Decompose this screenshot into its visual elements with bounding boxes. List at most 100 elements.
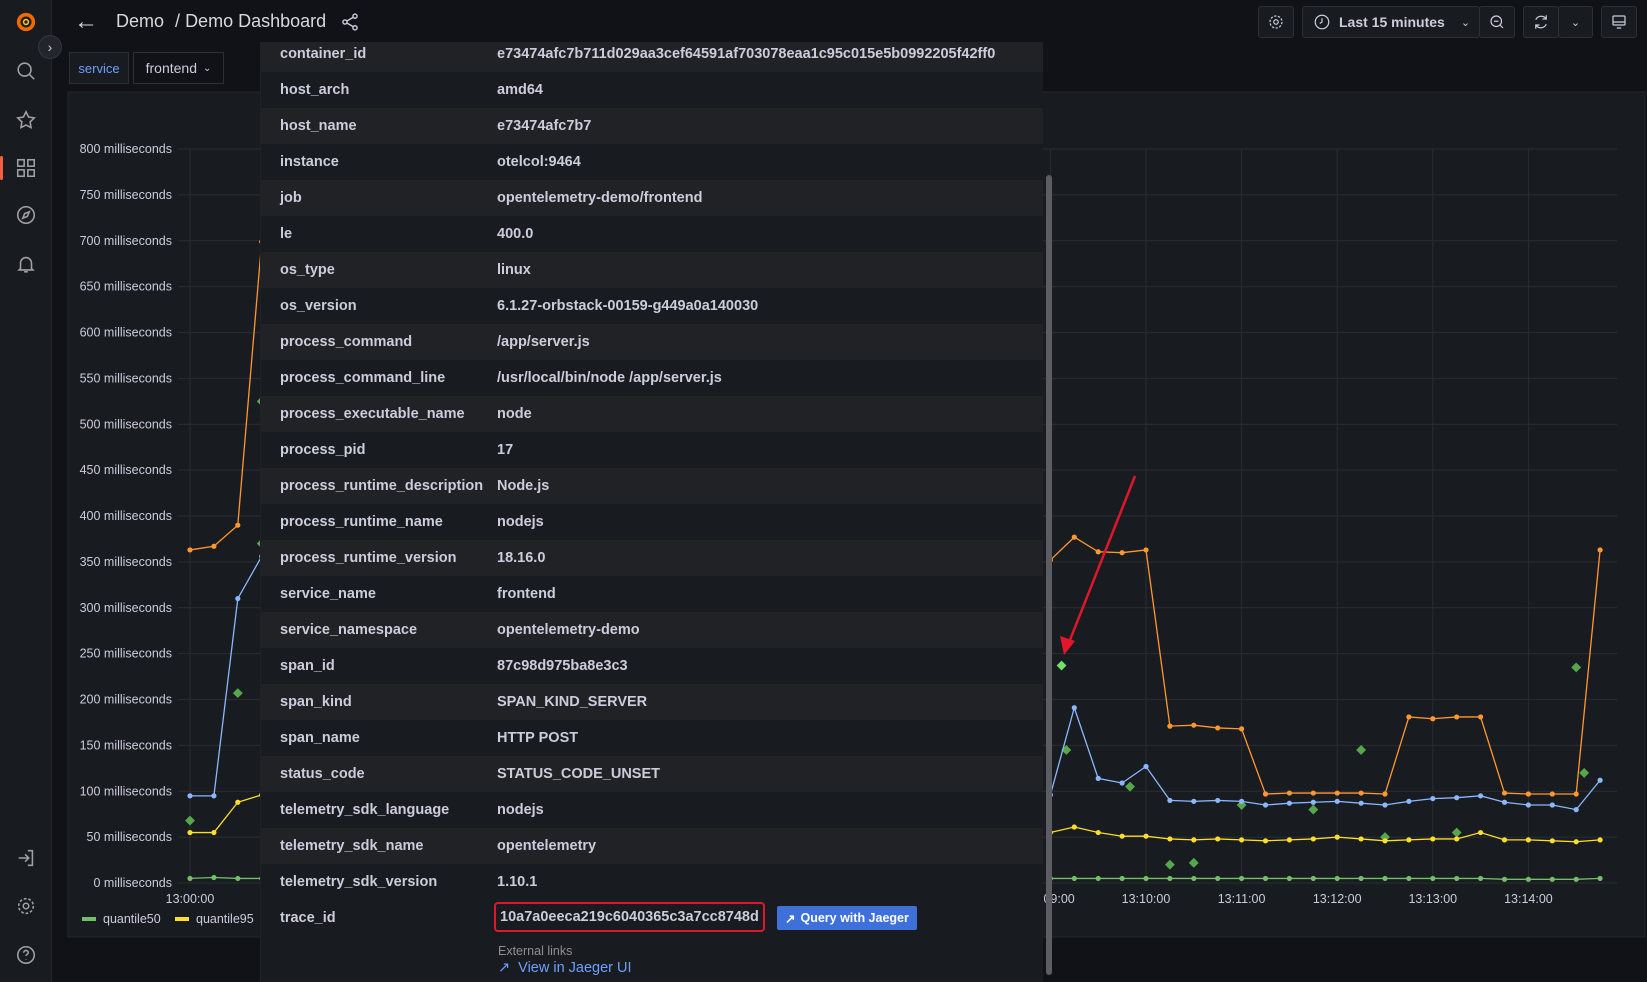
legend-swatch xyxy=(175,917,189,921)
series-point xyxy=(1262,791,1269,797)
series-point xyxy=(1239,837,1245,843)
y-tick-label: 650 milliseconds xyxy=(80,280,172,294)
label-row: host_name e73474afc7b7 xyxy=(261,108,1043,144)
x-tick-label: 13:00:00 xyxy=(166,892,215,906)
label-row: telemetry_sdk_name opentelemetry xyxy=(261,828,1043,864)
label-value: 1.10.1 xyxy=(497,874,538,890)
series-point xyxy=(1143,875,1149,882)
series-point xyxy=(1071,705,1077,711)
series-point xyxy=(1454,875,1460,882)
label-value: SPAN_KIND_SERVER xyxy=(497,694,648,710)
series-point xyxy=(1430,875,1436,882)
series-point xyxy=(1501,876,1508,882)
y-tick-label: 800 milliseconds xyxy=(80,142,172,156)
label-row: process_pid 17 xyxy=(261,432,1043,468)
series-point xyxy=(1095,829,1101,836)
series-point xyxy=(1143,833,1149,839)
label-key: process_runtime_name xyxy=(280,514,443,530)
series-point xyxy=(1071,824,1077,830)
label-value: linux xyxy=(497,262,531,278)
label-key: os_type xyxy=(280,262,335,278)
label-key: process_command xyxy=(280,334,413,350)
y-tick-label: 100 milliseconds xyxy=(80,784,172,798)
x-tick-label: 13:12:00 xyxy=(1313,892,1362,906)
series-point xyxy=(1573,839,1579,845)
external-link-icon: ↗ xyxy=(785,911,796,926)
series-point xyxy=(1286,800,1292,806)
series-point xyxy=(1191,722,1197,728)
series-point xyxy=(1143,763,1149,770)
series-point xyxy=(1167,797,1173,804)
label-key: process_command_line xyxy=(280,370,446,386)
query-with-jaeger-button[interactable]: ↗ Query with Jaeger xyxy=(777,906,917,930)
series-point xyxy=(1454,714,1460,720)
series-point xyxy=(1167,875,1173,882)
label-key: telemetry_sdk_version xyxy=(280,874,438,890)
series-point xyxy=(1549,802,1555,808)
label-key: instance xyxy=(280,154,339,170)
series-point xyxy=(1262,875,1269,882)
y-tick-label: 700 milliseconds xyxy=(80,234,172,248)
series-point xyxy=(1454,836,1460,842)
legend-label: quantile95 xyxy=(196,912,254,926)
series-point xyxy=(1406,798,1412,804)
series-point xyxy=(1167,723,1173,729)
label-key: job xyxy=(280,190,302,206)
y-tick-label: 300 milliseconds xyxy=(80,601,172,615)
label-key: service_namespace xyxy=(280,622,418,638)
trace-id-row: trace_id 10a7a0eeca219c6040365c3a7cc8748… xyxy=(261,900,1043,980)
label-row: job opentelemetry-demo/frontend xyxy=(261,180,1043,216)
series-point xyxy=(1454,795,1460,801)
label-value: STATUS_CODE_UNSET xyxy=(497,766,661,782)
series-point xyxy=(1501,837,1508,843)
label-key: telemetry_sdk_language xyxy=(280,802,450,818)
series-point xyxy=(211,543,217,549)
label-row: process_runtime_description Node.js xyxy=(261,468,1043,504)
series-point xyxy=(187,793,193,799)
series-point xyxy=(235,595,241,602)
x-tick-label: 13:10:00 xyxy=(1122,892,1171,906)
label-value: opentelemetry xyxy=(497,838,597,854)
series-point xyxy=(1478,829,1484,836)
expand-sidebar-button[interactable]: › xyxy=(38,35,62,59)
label-key: process_runtime_version xyxy=(280,550,457,566)
label-value: Node.js xyxy=(497,478,550,494)
series-point xyxy=(1239,726,1245,732)
label-value: 18.16.0 xyxy=(497,550,546,566)
label-value: opentelemetry-demo/frontend xyxy=(497,190,703,206)
label-row: service_name frontend xyxy=(261,576,1043,612)
series-point xyxy=(1573,791,1579,797)
series-point xyxy=(1239,875,1245,882)
series-point xyxy=(1525,802,1531,808)
label-row: os_type linux xyxy=(261,252,1043,288)
series-point xyxy=(1406,875,1412,882)
series-point xyxy=(1430,795,1436,802)
y-tick-label: 500 milliseconds xyxy=(80,417,172,431)
y-tick-label: 600 milliseconds xyxy=(80,326,172,340)
labels-table: container_id e73474afc7b711d029aa3cef6459… xyxy=(261,42,1043,900)
series-point xyxy=(1406,837,1412,843)
y-tick-label: 200 milliseconds xyxy=(80,693,172,707)
view-in-jaeger-link[interactable]: ↗ View in Jaeger UI xyxy=(498,960,632,976)
label-value: /app/server.js xyxy=(497,334,590,350)
series-point xyxy=(1382,791,1388,797)
label-value: e73474afc7b7 xyxy=(497,118,592,134)
series-point xyxy=(1382,875,1388,882)
series-point xyxy=(1549,876,1555,882)
series-point xyxy=(1215,797,1221,804)
drawer-scrollbar[interactable] xyxy=(1046,175,1052,975)
label-value: HTTP POST xyxy=(497,730,579,746)
series-point xyxy=(1334,834,1340,840)
label-value: nodejs xyxy=(497,514,544,530)
label-key: os_version xyxy=(280,298,357,314)
series-point xyxy=(1406,714,1412,720)
y-tick-label: 150 milliseconds xyxy=(80,738,172,752)
trace-id-value: 10a7a0eeca219c6040365c3a7cc8748d xyxy=(494,902,765,932)
series-point xyxy=(1286,875,1292,882)
series-point xyxy=(1215,875,1221,882)
label-row: os_version 6.1.27-orbstack-00159-g449a0a1… xyxy=(261,288,1043,324)
series-point xyxy=(1215,725,1221,731)
series-point xyxy=(187,829,193,836)
series-point xyxy=(1358,875,1364,882)
y-tick-label: 400 milliseconds xyxy=(80,509,172,523)
